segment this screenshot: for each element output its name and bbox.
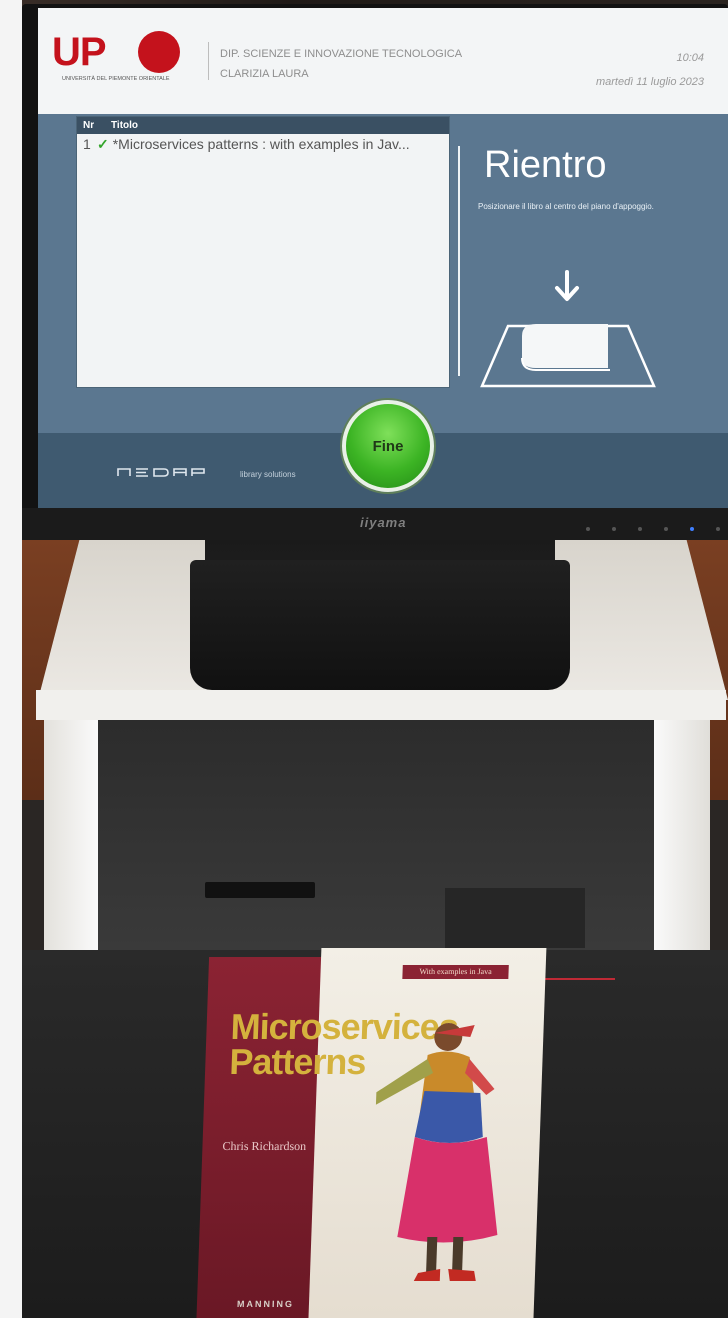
- column-nr: Nr: [83, 120, 95, 131]
- user-name: CLARIZIA LAURA: [220, 68, 309, 80]
- column-title: Titolo: [111, 120, 139, 131]
- power-led-icon: [690, 527, 694, 531]
- list-item[interactable]: 1 ✓ *Microservices patterns : with examp…: [77, 134, 449, 154]
- row-title: *Microservices patterns : with examples …: [112, 136, 410, 152]
- clock: 10:04: [676, 52, 704, 64]
- logo-text: UP: [52, 30, 107, 74]
- panel-instruction: Posizionare il libro al centro del piano…: [478, 202, 654, 211]
- receipt-slot: [445, 888, 585, 948]
- book-tag: With examples in Java: [402, 965, 509, 979]
- logo-mark-icon: [138, 31, 180, 73]
- monitor-button: [716, 527, 720, 531]
- date-label: martedì 11 luglio 2023: [595, 76, 704, 88]
- monitor-button: [638, 527, 642, 531]
- nedap-logo: [117, 468, 205, 477]
- left-wall-edge: [0, 0, 22, 1318]
- down-arrow-icon: [555, 270, 579, 301]
- monitor-button: [612, 527, 616, 531]
- panel-divider: [458, 146, 460, 376]
- items-list: Nr Titolo 1 ✓ *Microservices patterns : …: [76, 116, 450, 388]
- upo-logo: UP UNIVERSITÀ DEL PIEMONTE ORIENTALE: [52, 28, 192, 86]
- monitor-brand: iiyama: [360, 515, 407, 530]
- header-divider: [208, 42, 209, 80]
- monitor-button: [586, 527, 590, 531]
- check-icon: ✓: [97, 135, 109, 152]
- shelf-leg-left: [44, 720, 98, 952]
- logo-subtitle: UNIVERSITÀ DEL PIEMONTE ORIENTALE: [62, 76, 170, 82]
- finish-button[interactable]: Fine: [342, 400, 434, 492]
- cover-figure-illustration: [369, 1023, 498, 1281]
- monitor-button: [664, 527, 668, 531]
- card-slot: [205, 882, 315, 898]
- shelf-leg-right: [654, 720, 710, 952]
- list-header: Nr Titolo: [77, 117, 449, 134]
- nedap-tagline: library solutions: [240, 470, 296, 479]
- book: With examples in Java Microservices Patt…: [168, 945, 571, 1318]
- row-number: 1: [83, 136, 91, 152]
- monitor-buttons: [586, 527, 720, 531]
- panel-title: Rientro: [484, 144, 607, 186]
- ui-header: UP UNIVERSITÀ DEL PIEMONTE ORIENTALE DIP…: [38, 8, 728, 114]
- department-label: DIP. SCIENZE E INNOVAZIONE TECNOLOGICA: [220, 48, 463, 60]
- kiosk-screen: UP UNIVERSITÀ DEL PIEMONTE ORIENTALE DIP…: [38, 8, 728, 508]
- shelf-front-edge: [36, 690, 726, 720]
- book-publisher: MANNING: [236, 1299, 295, 1309]
- monitor-stand-base: [190, 560, 570, 690]
- book-on-pad-icon: [480, 324, 656, 388]
- book-author: Chris Richardson: [222, 1139, 307, 1153]
